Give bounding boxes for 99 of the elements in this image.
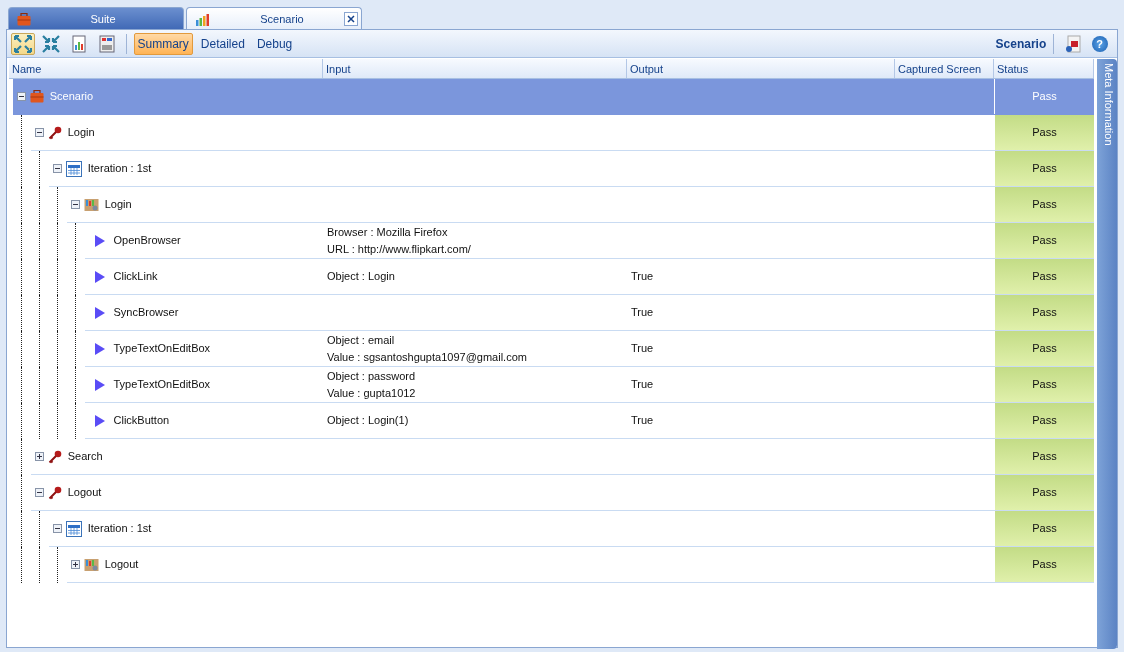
node-name: TypeTextOnEditBox <box>113 377 211 393</box>
output-value: True <box>631 413 654 429</box>
play-icon <box>95 378 105 391</box>
view-tab[interactable]: Summary <box>133 32 193 55</box>
node-name: Logout <box>67 485 102 501</box>
status-value: Pass <box>1032 197 1057 213</box>
collapse-all-icon <box>42 34 60 53</box>
expand-all-icon <box>14 34 32 53</box>
node-name: Login <box>67 125 95 141</box>
tree-row[interactable]: ClickButton Object : Login(1) True Pass <box>85 403 1094 439</box>
input-value: Object : email <box>327 333 395 348</box>
node-name: TypeTextOnEditBox <box>113 341 211 357</box>
key-icon <box>48 449 62 464</box>
collapse-icon[interactable] <box>53 164 62 173</box>
node-name: Scenario <box>49 89 94 105</box>
status-value: Pass <box>1032 485 1057 501</box>
collapse-icon[interactable] <box>35 128 44 137</box>
tree-row[interactable]: TypeTextOnEditBox Object : password Value : gupta1012 True Pass <box>85 367 1094 403</box>
tree-row[interactable]: SyncBrowser True Pass <box>85 295 1094 331</box>
play-icon <box>95 234 105 247</box>
input-value: Value : sgsantoshgupta1097@gmail.com <box>327 349 527 365</box>
collapse-icon[interactable] <box>17 92 26 101</box>
log-file-icon <box>98 34 116 53</box>
play-icon <box>95 414 105 427</box>
column-header[interactable]: Captured Screen <box>895 59 994 78</box>
column-header[interactable]: Output <box>627 59 895 78</box>
close-button[interactable] <box>344 12 358 26</box>
briefcase-icon <box>17 12 31 26</box>
video-icon <box>1063 34 1082 53</box>
node-name: Iteration : 1st <box>87 161 152 177</box>
tab[interactable]: Suite <box>8 7 184 30</box>
status-value: Pass <box>1032 161 1057 177</box>
status-value: Pass <box>1032 125 1057 141</box>
node-name: SyncBrowser <box>113 305 179 321</box>
play-icon <box>95 342 105 355</box>
status-value: Pass <box>1032 557 1057 573</box>
output-value: True <box>631 305 654 321</box>
report-icon <box>70 34 88 53</box>
tree-row[interactable]: Login Pass <box>31 115 1094 151</box>
status-value: Pass <box>1032 341 1057 357</box>
tree-row[interactable]: OpenBrowser Browser : Mozilla Firefox URL : http://www.flipkart.com/ Pass <box>85 223 1094 259</box>
table-icon <box>66 160 82 177</box>
status-value: Pass <box>1032 521 1057 537</box>
play-icon <box>95 306 105 319</box>
node-name: Logout <box>104 557 139 573</box>
column-header[interactable]: Status <box>994 59 1094 78</box>
status-value: Pass <box>1032 377 1057 393</box>
input-value: Object : Login <box>327 269 395 285</box>
status-value: Pass <box>1032 413 1057 429</box>
node-name: OpenBrowser <box>113 233 181 249</box>
node-name: ClickButton <box>113 413 170 429</box>
view-tab[interactable]: Detailed <box>196 32 249 55</box>
input-value: Value : gupta1012 <box>327 385 416 401</box>
tree-row[interactable]: Iteration : 1st Pass <box>49 151 1094 187</box>
view-tab[interactable]: Debug <box>252 32 297 55</box>
tree-row[interactable]: Iteration : 1st Pass <box>49 511 1094 547</box>
collapse-icon[interactable] <box>35 488 44 497</box>
node-name: Login <box>104 197 132 213</box>
input-value: URL : http://www.flipkart.com/ <box>327 241 471 257</box>
tree-row[interactable]: Search Pass <box>31 439 1094 475</box>
output-value: True <box>631 269 654 285</box>
tree-row[interactable]: ClickLink Object : Login True Pass <box>85 259 1094 295</box>
collapse-all-button[interactable] <box>39 32 63 55</box>
node-name: Iteration : 1st <box>87 521 152 537</box>
component-icon <box>84 557 99 572</box>
bar-chart-icon <box>195 12 211 26</box>
tree-row[interactable]: Login Pass <box>67 187 1094 223</box>
status-value: Pass <box>1032 269 1057 285</box>
status-value: Pass <box>1032 89 1057 105</box>
table-icon <box>66 520 82 537</box>
tree-row[interactable]: TypeTextOnEditBox Object : email Value : sgsantoshgupta1097@gmail.com True Pass <box>85 331 1094 367</box>
close-icon <box>347 15 355 23</box>
key-icon <box>48 125 62 140</box>
status-value: Pass <box>1032 449 1057 465</box>
column-header[interactable]: Input <box>323 59 627 78</box>
column-header[interactable]: Name <box>9 59 323 78</box>
input-value: Object : password <box>327 369 416 384</box>
briefcase-icon <box>30 90 44 103</box>
collapse-icon[interactable] <box>53 524 62 533</box>
collapse-icon[interactable] <box>71 200 80 209</box>
status-value: Pass <box>1032 305 1057 321</box>
tree-row[interactable]: Logout Pass <box>67 547 1094 583</box>
side-tab-label: Meta Information <box>1101 62 1116 148</box>
input-value: Browser : Mozilla Firefox <box>327 225 448 240</box>
node-name: Search <box>67 449 103 465</box>
expand-all-button[interactable] <box>11 32 35 55</box>
view-title: Scenario <box>995 35 1047 53</box>
status-value: Pass <box>1032 233 1057 249</box>
node-name: ClickLink <box>113 269 158 285</box>
output-value: True <box>631 341 654 357</box>
output-value: True <box>631 377 654 393</box>
input-value: Object : Login(1) <box>327 413 409 429</box>
expand-icon[interactable] <box>71 560 80 569</box>
component-icon <box>84 197 99 212</box>
tab[interactable]: Scenario <box>186 7 362 30</box>
key-icon <box>48 485 62 500</box>
play-icon <box>95 270 105 283</box>
tree-row[interactable]: Logout Pass <box>31 475 1094 511</box>
expand-icon[interactable] <box>35 452 44 461</box>
